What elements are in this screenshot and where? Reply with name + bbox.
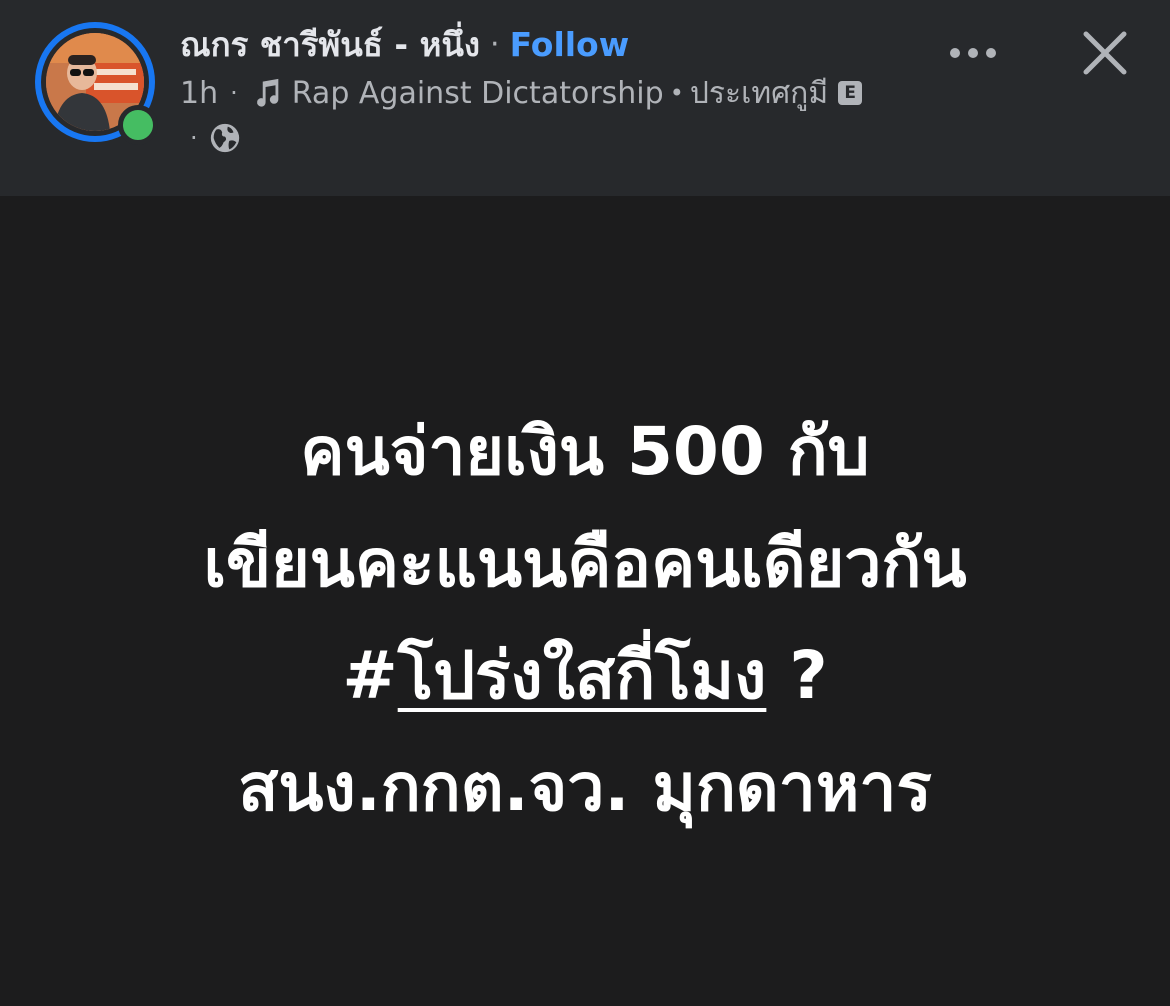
post-line-3: #โปร่งใสกี่โมง ?	[0, 620, 1170, 732]
post-time[interactable]: 1h	[180, 76, 218, 111]
hashtag-link[interactable]: โปร่งใสกี่โมง	[398, 637, 767, 714]
music-separator: •	[669, 79, 684, 107]
question-mark: ?	[766, 637, 828, 714]
music-note-icon	[256, 78, 279, 107]
post-line-1: คนจ่ายเงิน 500 กับ	[300, 413, 870, 490]
post-content: คนจ่ายเงิน 500 กับ เขียนคะแนนคือคนเดียวก…	[0, 196, 1170, 1006]
meta-separator: ·	[230, 79, 238, 107]
post-line-4: สนง.กกต.จว. มุกดาหาร	[238, 749, 932, 826]
post-header: ณกร ชารีพันธ์ - หนึ่ง · Follow 1h · Rap …	[0, 0, 1170, 196]
privacy-separator: ·	[190, 124, 198, 152]
song-name[interactable]: ประเทศกูมี	[690, 70, 828, 117]
explicit-badge-icon: E	[838, 81, 863, 105]
post-line-2: เขียนคะแนนคือคนเดียวกัน	[203, 525, 967, 602]
author-row: ณกร ชารีพันธ์ - หนึ่ง · Follow	[180, 20, 629, 68]
more-options-icon[interactable]	[946, 36, 1000, 70]
online-status-dot	[118, 105, 158, 145]
name-separator: ·	[490, 26, 500, 62]
follow-button[interactable]: Follow	[510, 25, 630, 64]
close-icon[interactable]	[1080, 28, 1130, 78]
author-name[interactable]: ณกร ชารีพันธ์ - หนึ่ง	[180, 18, 480, 71]
post-meta: 1h · Rap Against Dictatorship • ประเทศกู…	[180, 70, 863, 117]
hashtag-symbol: #	[342, 637, 398, 714]
globe-icon[interactable]	[208, 121, 242, 155]
privacy-row: ·	[190, 118, 242, 158]
music-title[interactable]: Rap Against Dictatorship	[292, 76, 664, 111]
post-text: คนจ่ายเงิน 500 กับ เขียนคะแนนคือคนเดียวก…	[0, 396, 1170, 844]
